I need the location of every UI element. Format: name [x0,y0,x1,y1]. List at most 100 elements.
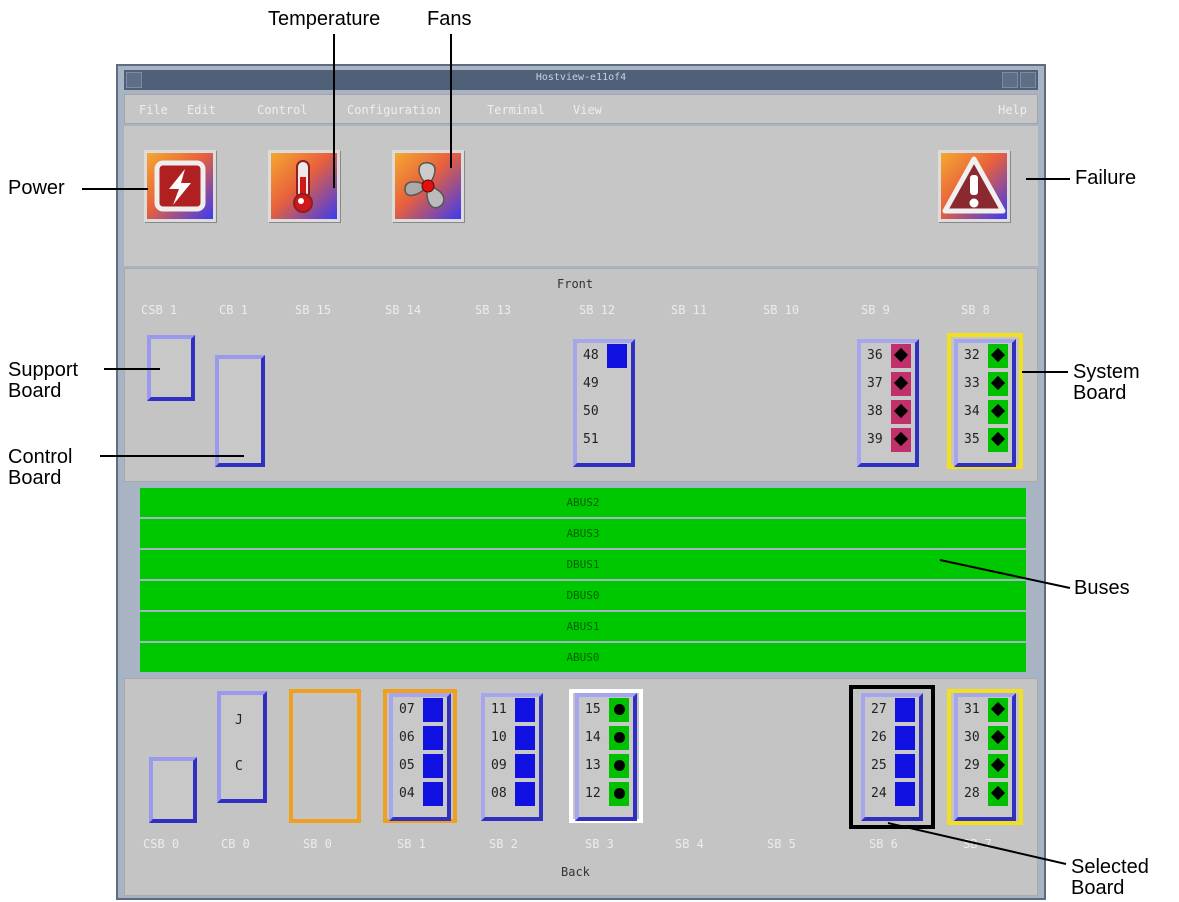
slot-label-sb5: SB 5 [767,837,796,851]
sb0-empty-slot[interactable] [289,689,361,823]
diamond-icon [893,347,909,363]
cpu-marker [609,698,629,722]
board-row: 07 [397,697,443,723]
cpu-id: 10 [491,730,507,745]
power-button[interactable] [144,150,216,222]
cpu-id: 36 [867,348,883,363]
cpu-marker [609,782,629,806]
system-board-sb3[interactable]: 15 14 13 12 [575,693,637,821]
board-row: 14 [583,725,629,751]
maximize-button[interactable] [1020,72,1036,88]
system-board-sb8[interactable]: 32 33 34 35 [954,339,1016,467]
system-board-sb9[interactable]: 36 37 38 39 [857,339,919,467]
temperature-callout: Temperature [268,8,381,30]
temperature-button[interactable] [268,150,340,222]
board-row: 28 [962,781,1008,807]
cpu-marker [609,726,629,750]
diamond-icon [893,403,909,419]
failure-button[interactable] [938,150,1010,222]
board-row: 31 [962,697,1008,723]
front-label: Front [557,277,594,291]
control-board-cb0[interactable]: J C [217,691,267,803]
system-board-sb1[interactable]: 07 06 05 04 [389,693,451,821]
cpu-id: 35 [964,432,980,447]
slot-label-sb4: SB 4 [675,837,704,851]
cpu-marker [423,726,443,750]
diamond-icon [990,347,1006,363]
board-row: 10 [489,725,535,751]
cpu-id: 48 [583,348,599,363]
cpu-marker [895,782,915,806]
cpu-id: 39 [867,432,883,447]
board-row: 11 [489,697,535,723]
support-board-csb0[interactable] [149,757,197,823]
menu-view[interactable]: View [573,103,602,117]
board-row: 48 [581,343,627,369]
cpu-id: 34 [964,404,980,419]
system-board-sb7[interactable]: 31 30 29 28 [954,693,1016,821]
system-board-callout: System Board [1073,362,1140,404]
cpu-marker [895,698,915,722]
cpu-id: 04 [399,786,415,801]
slot-label-sb2: SB 2 [489,837,518,851]
system-board-sb2[interactable]: 11 10 09 08 [481,693,543,821]
cpu-id: 38 [867,404,883,419]
system-board-callout-line1: System [1073,361,1140,383]
board-row: 13 [583,753,629,779]
title-bar[interactable]: Hostview-e11of4 [124,70,1038,90]
control-board-callout-line1: Control [8,446,73,468]
buses-callout: Buses [1074,577,1130,599]
thermometer-icon [293,160,313,213]
board-row: 38 [865,399,911,425]
minimize-button[interactable] [1002,72,1018,88]
cpu-marker [423,754,443,778]
menu-terminal[interactable]: Terminal [487,103,545,117]
slot-label-sb11: SB 11 [671,303,708,317]
front-panel: Front CSB 1 CB 1 SB 15 SB 14 SB 13 SB 12… [124,268,1038,482]
slot-label-sb8: SB 8 [961,303,990,317]
bus-dbus1[interactable]: DBUS1 [140,550,1026,579]
cpu-id: 11 [491,702,507,717]
cpu-id: 07 [399,702,415,717]
diamond-icon [990,701,1006,717]
system-board-sb12[interactable]: 48 49 50 51 [573,339,635,467]
slot-label-sb9: SB 9 [861,303,890,317]
cpu-id: 09 [491,758,507,773]
fans-button[interactable] [392,150,464,222]
slot-label-sb1: SB 1 [397,837,426,851]
menu-configuration[interactable]: Configuration [347,103,441,117]
board-row: 35 [962,427,1008,453]
bus-dbus0[interactable]: DBUS0 [140,581,1026,610]
board-row: 24 [869,781,915,807]
diamond-icon [990,785,1006,801]
bus-abus3[interactable]: ABUS3 [140,519,1026,548]
bus-abus0[interactable]: ABUS0 [140,643,1026,672]
fans-callout: Fans [427,8,472,30]
cpu-marker [988,698,1008,722]
menu-help[interactable]: Help [998,103,1027,117]
cpu-marker [891,428,911,452]
hostview-window: Hostview-e11of4 File Edit Control Config… [116,64,1046,900]
bus-abus2[interactable]: ABUS2 [140,488,1026,517]
selected-board-callout-line2: Board [1071,877,1125,899]
menu-edit[interactable]: Edit [187,103,216,117]
slot-label-cb0: CB 0 [221,837,250,851]
bus-abus1[interactable]: ABUS1 [140,612,1026,641]
board-row: 32 [962,343,1008,369]
cpu-id: 06 [399,730,415,745]
diamond-icon [990,375,1006,391]
board-row: 25 [869,753,915,779]
control-board-cb1[interactable] [215,355,265,467]
system-board-callout-line2: Board [1073,382,1127,404]
system-board-sb6[interactable]: 27 26 25 24 [861,693,923,821]
diamond-icon [893,431,909,447]
menu-file[interactable]: File [139,103,168,117]
support-board-csb1[interactable] [147,335,195,401]
cpu-marker [609,754,629,778]
menu-control[interactable]: Control [257,103,308,117]
cpu-id: 08 [491,786,507,801]
board-row: 29 [962,753,1008,779]
cpu-id: 05 [399,758,415,773]
slot-label-sb12: SB 12 [579,303,616,317]
slot-label-sb13: SB 13 [475,303,512,317]
